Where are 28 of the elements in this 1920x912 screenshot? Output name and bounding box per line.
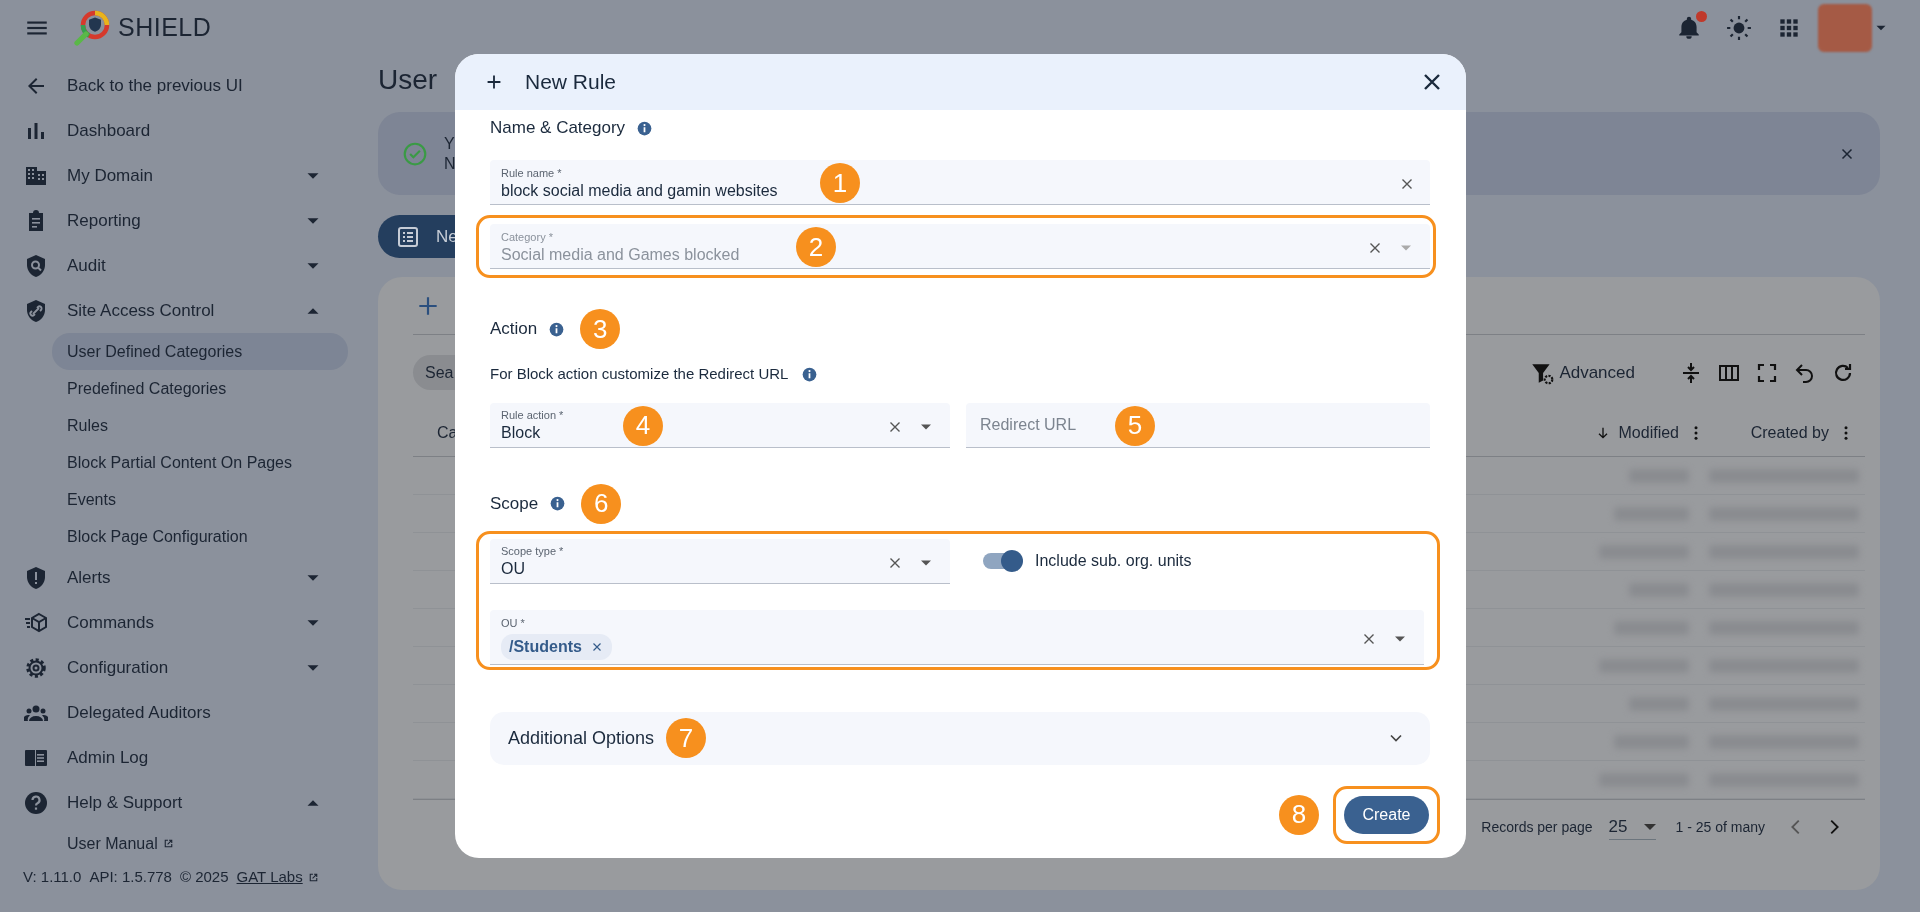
banner-text: Y [444, 133, 456, 154]
field-label: Scope type * [501, 545, 565, 558]
api-version-text: API: 1.5.778 [89, 867, 172, 887]
field-value: Block [501, 423, 541, 443]
field-value: Social media and Games blocked [501, 244, 740, 265]
section-heading: Name & Category [490, 117, 626, 140]
page-range: 1 - 25 of many [1675, 817, 1765, 837]
banner-text: N [444, 153, 456, 174]
field-label: Rule action * [501, 409, 565, 422]
callout-marker: 8 [1279, 794, 1319, 835]
dialog-title: New Rule [525, 69, 617, 96]
version-text: V: 1.11.0 [23, 867, 82, 887]
callout-marker: 6 [581, 483, 622, 524]
copyright-text: © 2025 [179, 867, 229, 887]
section-heading: Scope [490, 492, 539, 515]
toggle-label: Include sub. org. units [1035, 551, 1192, 571]
field-label: Rule name * [501, 166, 563, 180]
field-label: Category * [501, 230, 554, 244]
app-title: SHIELD [118, 12, 212, 44]
callout-marker: 3 [580, 309, 621, 349]
callout-marker: 7 [666, 718, 707, 758]
page-title: User [378, 64, 438, 95]
field-value: OU [501, 559, 525, 579]
field-label: OU * [501, 617, 526, 630]
section-heading: Action [490, 318, 538, 341]
field-value: block social media and gamin websites [501, 180, 778, 201]
hint-text: For Block action customize the Redirect URL [490, 364, 789, 384]
records-label: Records per page [1481, 817, 1593, 837]
